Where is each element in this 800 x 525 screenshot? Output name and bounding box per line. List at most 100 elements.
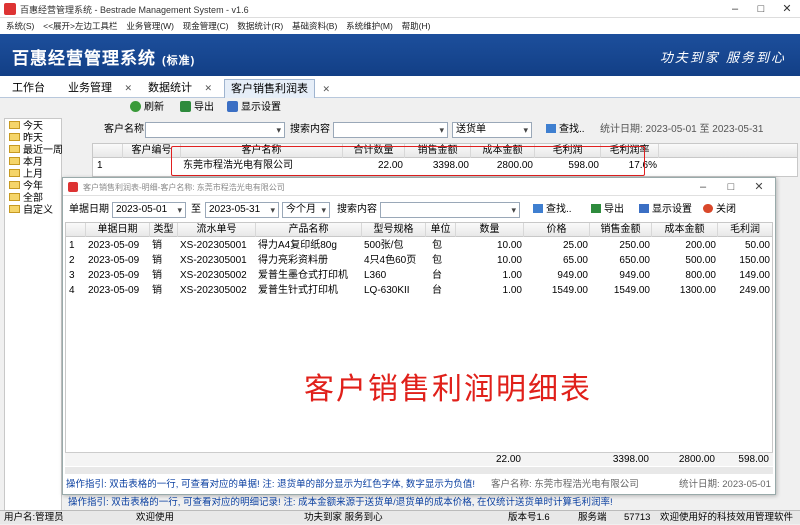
tree-item-all[interactable]: 全部 — [9, 193, 43, 205]
menu-base-data[interactable]: 基础资料(B) — [292, 18, 337, 34]
menu-cash[interactable]: 现金管理(C) — [183, 18, 229, 34]
tree-label: 全部 — [23, 193, 43, 204]
tab-label: 业务管理 — [68, 82, 112, 94]
brand-title: 百惠经营管理系统 (标准) — [12, 44, 195, 69]
tree-item-this-month[interactable]: 本月 — [9, 157, 43, 169]
popup-hint: 操作指引: 双击表格的一行, 可查看对应的单据! 注: 退货单的部分显示为红色字… — [66, 479, 476, 490]
refresh-label: 刷新 — [144, 102, 164, 113]
popup-display-button[interactable]: 显示设置 — [639, 202, 692, 218]
folder-icon — [9, 121, 20, 129]
date-to-value: 2023-05-31 — [209, 204, 261, 215]
highlight-box — [171, 146, 645, 176]
popup-export-button[interactable]: 导出 — [591, 202, 624, 218]
detail-header-cost: 成本金额 — [652, 223, 718, 237]
tab-statistics[interactable]: 数据统计 ✕ — [142, 79, 212, 98]
popup-status-customer: 客户名称: 东莞市程浩光电有限公司 — [491, 479, 639, 490]
serial-no: XS-202305002 — [180, 285, 247, 296]
close-circle-icon — [703, 204, 713, 213]
popup-search-input[interactable] — [380, 202, 520, 218]
tab-customer-profit[interactable]: 客户销售利润表 ✕ — [224, 79, 330, 98]
spec: 500张/包 — [364, 240, 404, 251]
detail-header-date: 单据日期 — [86, 223, 150, 237]
total-sales: 3398.00 — [612, 454, 649, 465]
price: 1549.00 — [551, 285, 588, 296]
tree-item-yesterday[interactable]: 昨天 — [9, 133, 43, 145]
unit: 包 — [432, 255, 442, 266]
popup-title: 客户销售利润表-明细-客户名称: 东莞市程浩光电有限公司 — [83, 183, 285, 192]
minimize-icon[interactable]: – — [722, 0, 748, 18]
spec: LQ-630KII — [364, 285, 410, 296]
spec: L360 — [364, 270, 387, 281]
period-select[interactable]: 今个月 — [282, 202, 330, 218]
find-icon — [546, 124, 556, 133]
popup-find-button[interactable]: 查找.. — [533, 202, 572, 218]
qty: 10.00 — [496, 240, 522, 251]
status-slogan: 功夫到家 服务到心 — [304, 512, 383, 523]
table-row[interactable]: 4 2023-05-09 销 XS-202305002 爱普生针式打印机 LQ-630KI… — [66, 283, 772, 298]
cost-amount: 800.00 — [685, 270, 716, 281]
stat-date-range: 统计日期: 2023-05-01 至 2023-05-31 — [600, 124, 764, 135]
tree-item-today[interactable]: 今天 — [9, 121, 43, 133]
sales-amount: 650.00 — [619, 255, 650, 266]
tab-close-icon[interactable]: ✕ — [204, 79, 212, 98]
popup-close-button[interactable]: 关闭 — [703, 202, 736, 218]
maximize-icon[interactable]: □ — [748, 0, 774, 18]
menu-system[interactable]: 系统(S) — [6, 18, 34, 34]
tab-business[interactable]: 业务管理 ✕ — [62, 79, 132, 98]
status-version: 版本号1.6 — [508, 512, 550, 523]
close-icon[interactable]: ✕ — [774, 0, 800, 18]
tab-bar: 工作台 业务管理 ✕ 数据统计 ✕ 客户销售利润表 ✕ — [0, 76, 800, 98]
window-title: 百惠经营管理系统 - Bestrade Management System - … — [20, 5, 249, 15]
detail-header-product: 产品名称 — [256, 223, 362, 237]
detail-header-profit: 毛利润 — [730, 224, 760, 235]
popup-close-icon[interactable]: ✕ — [745, 178, 773, 196]
customer-name-label: 客户名称 — [104, 124, 144, 135]
detail-header-rownum — [66, 223, 86, 237]
tab-close-icon[interactable]: ✕ — [322, 80, 330, 99]
popup-close-label: 关闭 — [716, 204, 736, 215]
horizontal-scrollbar[interactable] — [65, 467, 773, 474]
settings-icon — [639, 204, 649, 213]
popup-find-label: 查找.. — [546, 204, 572, 215]
doc-type: 销 — [152, 270, 162, 281]
customer-name-select[interactable] — [145, 122, 285, 138]
refresh-button[interactable]: 刷新 — [130, 100, 164, 116]
gross-profit: 249.00 — [739, 285, 770, 296]
status-port: 57713 — [624, 512, 651, 523]
status-message: 欢迎使用好的科技效用管理软件 — [660, 512, 794, 523]
popup-maximize-icon[interactable]: □ — [717, 178, 745, 196]
menu-business[interactable]: 业务管理(W) — [126, 18, 174, 34]
table-row[interactable]: 1 2023-05-09 销 XS-202305001 得力A4复印纸80g 500张/包… — [66, 238, 772, 253]
menu-maintenance[interactable]: 系统维护(M) — [346, 18, 393, 34]
total-profit: 598.00 — [738, 454, 769, 465]
tree-item-last-week[interactable]: 最近一周 — [9, 145, 63, 157]
tree-label: 今年 — [23, 181, 43, 192]
banner-slogan: 功夫到家 服务到心 — [659, 51, 786, 66]
popup-minimize-icon[interactable]: – — [689, 178, 717, 196]
price: 949.00 — [557, 270, 588, 281]
tree-item-custom[interactable]: 自定义 — [9, 205, 53, 217]
search-content-input[interactable] — [333, 122, 448, 138]
table-row[interactable]: 2 2023-05-09 销 XS-202305001 得力亮彩资料册 4只4色60页 包 1… — [66, 253, 772, 268]
find-button[interactable]: 查找.. — [546, 122, 585, 138]
date-from-input[interactable]: 2023-05-01 — [112, 202, 186, 218]
tab-close-icon[interactable]: ✕ — [124, 79, 132, 98]
export-button[interactable]: 导出 — [180, 100, 214, 116]
tree-item-this-year[interactable]: 今年 — [9, 181, 43, 193]
date-to-label: 至 — [191, 204, 201, 215]
doc-date: 2023-05-09 — [88, 285, 140, 296]
tree-item-last-month[interactable]: 上月 — [9, 169, 43, 181]
display-settings-button[interactable]: 显示设置 — [227, 100, 281, 116]
doc-type-select[interactable]: 送货单 — [452, 122, 532, 138]
status-user: 用户名:管理员 — [4, 512, 64, 523]
menu-statistics[interactable]: 数据统计(R) — [237, 18, 283, 34]
date-to-input[interactable]: 2023-05-31 — [205, 202, 279, 218]
detail-grid: 单据日期 类型 流水单号 产品名称 型号规格 单位 数量 价格 销售金额 成本金… — [65, 222, 773, 458]
menu-expand-toolbar[interactable]: <<展开>左边工具栏 — [43, 18, 117, 34]
tree-label: 最近一周 — [23, 145, 63, 156]
menu-help[interactable]: 帮助(H) — [402, 18, 431, 34]
unit: 台 — [432, 270, 442, 281]
table-row[interactable]: 3 2023-05-09 销 XS-202305002 爱普生墨仓式打印机 L360 台 1.… — [66, 268, 772, 283]
tab-workbench[interactable]: 工作台 — [6, 79, 51, 98]
product-name: 得力亮彩资料册 — [258, 255, 328, 266]
